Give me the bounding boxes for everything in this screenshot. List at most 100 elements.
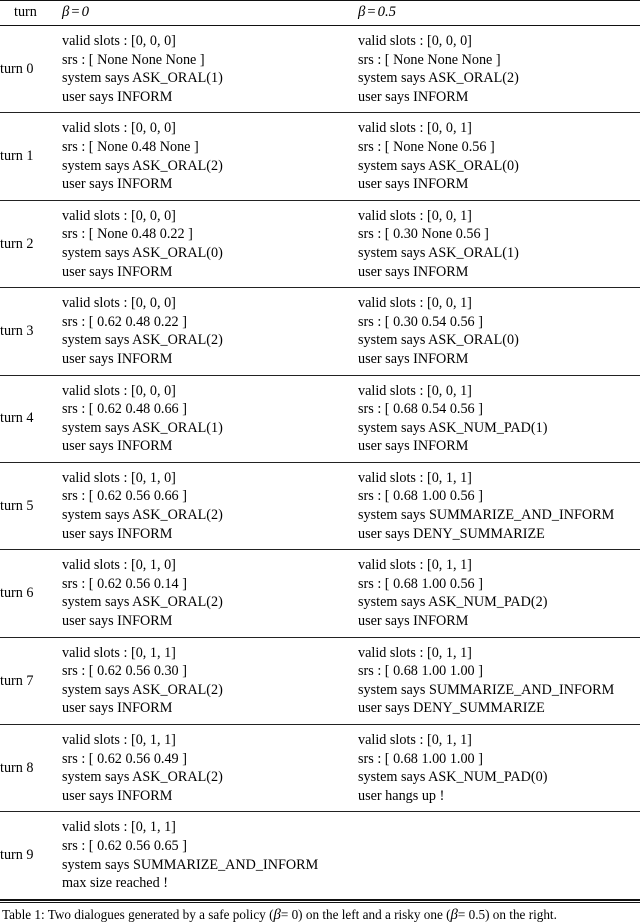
dialogue-line: srs : [ 0.30 0.54 0.56 ] <box>358 313 483 330</box>
turn-label: turn 7 <box>0 637 62 726</box>
dialogue-line: user says INFORM <box>358 350 469 367</box>
dialogue-line: valid slots : [0, 0, 1] <box>358 120 472 137</box>
dialogue-line: srs : [ None None 0.56 ] <box>358 138 495 155</box>
table-row: turn 0 valid slots : [0, 0, 0] srs : [ Non… <box>0 25 640 114</box>
dialogue-cell-left: valid slots : [0, 1, 1] srs : [ 0.62 0.56… <box>62 811 358 901</box>
dialogue-line: system says ASK_ORAL(0) <box>358 157 519 174</box>
dialogue-line: system says ASK_ORAL(2) <box>62 157 223 174</box>
dialogue-line: srs : [ 0.68 1.00 0.56 ] <box>358 575 483 592</box>
dialogue-cell-left: valid slots : [0, 1, 0] srs : [ 0.62 0.56… <box>62 462 358 551</box>
dialogue-line: valid slots : [0, 1, 0] <box>62 557 176 574</box>
dialogue-line: system says ASK_ORAL(0) <box>62 244 223 261</box>
beta-relation-left: = <box>71 4 80 20</box>
dialogue-cell-left: valid slots : [0, 1, 1] srs : [ 0.62 0.56… <box>62 637 358 726</box>
dialogue-cell-right: valid slots : [0, 0, 1] srs : [ 0.30 None… <box>358 200 640 289</box>
beta-relation-right: = <box>367 4 376 20</box>
header-beta-safe: β = 0 <box>62 0 358 26</box>
table-row: turn 3 valid slots : [0, 0, 0] srs : [ 0.6… <box>0 287 640 376</box>
dialogue-comparison-table: turn β = 0 β = 0.5 turn 0 valid slots : [0, 0… <box>0 0 640 901</box>
dialogue-lines-right: valid slots : [0, 1, 1] srs : [ 0.68 1.00… <box>358 725 640 811</box>
dialogue-line: srs : [ 0.62 0.56 0.49 ] <box>62 750 187 767</box>
dialogue-line: system says SUMMARIZE_AND_INFORM <box>62 856 319 873</box>
dialogue-line: valid slots : [0, 0, 1] <box>358 207 472 224</box>
table-row: turn 4 valid slots : [0, 0, 0] srs : [ 0.6… <box>0 375 640 463</box>
dialogue-cell-left: valid slots : [0, 0, 0] srs : [ 0.62 0.48… <box>62 287 358 376</box>
dialogue-line: srs : [ 0.68 1.00 1.00 ] <box>358 750 483 767</box>
dialogue-cell-right: valid slots : [0, 0, 1] srs : [ 0.68 0.54… <box>358 375 640 463</box>
table-row: turn 7 valid slots : [0, 1, 1] srs : [ 0.6… <box>0 637 640 726</box>
dialogue-line: system says ASK_ORAL(2) <box>62 681 223 698</box>
dialogue-lines-left: valid slots : [0, 1, 1] srs : [ 0.62 0.56… <box>62 725 358 811</box>
dialogue-line: system says ASK_ORAL(0) <box>358 332 519 349</box>
dialogue-line: user says INFORM <box>358 176 469 193</box>
dialogue-line: system says ASK_ORAL(2) <box>358 70 519 87</box>
dialogue-line: srs : [ None None None ] <box>62 51 205 68</box>
dialogue-line: valid slots : [0, 1, 1] <box>358 644 472 661</box>
dialogue-cell-right: valid slots : [0, 0, 0] srs : [ None None… <box>358 25 640 114</box>
table-row: turn 1 valid slots : [0, 0, 0] srs : [ Non… <box>0 112 640 201</box>
dialogue-line: valid slots : [0, 0, 0] <box>62 382 176 399</box>
dialogue-cell-right: valid slots : [0, 1, 1] srs : [ 0.68 1.00… <box>358 462 640 551</box>
dialogue-lines-left: valid slots : [0, 1, 0] srs : [ 0.62 0.56… <box>62 463 358 549</box>
dialogue-line: user says INFORM <box>62 263 173 280</box>
table-caption: Table 1: Two dialogues generated by a sa… <box>0 903 640 923</box>
dialogue-line: valid slots : [0, 0, 0] <box>62 33 176 49</box>
dialogue-lines-right: valid slots : [0, 1, 1] srs : [ 0.68 1.00… <box>358 638 640 724</box>
dialogue-line: valid slots : [0, 1, 1] <box>358 469 472 486</box>
dialogue-line: srs : [ 0.68 1.00 0.56 ] <box>358 488 483 505</box>
dialogue-line: user says INFORM <box>358 613 469 630</box>
dialogue-line: system says SUMMARIZE_AND_INFORM <box>358 507 615 524</box>
dialogue-lines-right: valid slots : [0, 1, 1] srs : [ 0.68 1.00… <box>358 550 640 636</box>
table-body: turn 0 valid slots : [0, 0, 0] srs : [ Non… <box>0 25 640 901</box>
turn-label: turn 4 <box>0 375 62 463</box>
dialogue-lines-right: valid slots : [0, 0, 1] srs : [ None None… <box>358 113 640 199</box>
dialogue-cell-right: valid slots : [0, 1, 1] srs : [ 0.68 1.00… <box>358 724 640 813</box>
dialogue-line: srs : [ 0.68 1.00 1.00 ] <box>358 663 483 680</box>
dialogue-cell-right <box>358 811 640 901</box>
table-row: turn 9 valid slots : [0, 1, 1] srs : [ 0.6… <box>0 811 640 901</box>
dialogue-line: valid slots : [0, 1, 0] <box>62 469 176 486</box>
dialogue-lines-left: valid slots : [0, 0, 0] srs : [ 0.62 0.48… <box>62 376 358 462</box>
dialogue-line: user says INFORM <box>62 350 173 367</box>
dialogue-cell-left: valid slots : [0, 0, 0] srs : [ None 0.48… <box>62 112 358 201</box>
dialogue-line: srs : [ None None None ] <box>358 51 501 68</box>
dialogue-lines-left: valid slots : [0, 1, 1] srs : [ 0.62 0.56… <box>62 638 358 724</box>
caption-eq-1: = 0 <box>280 907 299 923</box>
dialogue-cell-right: valid slots : [0, 1, 1] srs : [ 0.68 1.00… <box>358 549 640 638</box>
turn-label: turn 0 <box>0 25 62 114</box>
dialogue-line: srs : [ 0.30 None 0.56 ] <box>358 226 489 243</box>
dialogue-line: user says INFORM <box>62 787 173 804</box>
turn-label: turn 8 <box>0 724 62 813</box>
table-row: turn 8 valid slots : [0, 1, 1] srs : [ 0.6… <box>0 724 640 813</box>
dialogue-line: system says ASK_NUM_PAD(2) <box>358 594 548 611</box>
table-figure-page: turn β = 0 β = 0.5 turn 0 valid slots : [0, 0… <box>0 0 640 923</box>
dialogue-line: valid slots : [0, 0, 1] <box>358 382 472 399</box>
dialogue-lines-right: valid slots : [0, 1, 1] srs : [ 0.68 1.00… <box>358 463 640 549</box>
dialogue-lines-right: valid slots : [0, 0, 0] srs : [ None None… <box>358 26 640 112</box>
dialogue-line: valid slots : [0, 1, 1] <box>62 644 176 661</box>
dialogue-lines-left: valid slots : [0, 0, 0] srs : [ None 0.48… <box>62 113 358 199</box>
dialogue-lines-left: valid slots : [0, 1, 0] srs : [ 0.62 0.56… <box>62 550 358 636</box>
dialogue-cell-right: valid slots : [0, 0, 1] srs : [ 0.30 0.54… <box>358 287 640 376</box>
header-turn: turn <box>0 0 62 26</box>
dialogue-line: valid slots : [0, 0, 0] <box>62 295 176 312</box>
turn-label: turn 2 <box>0 200 62 289</box>
dialogue-cell-left: valid slots : [0, 1, 1] srs : [ 0.62 0.56… <box>62 724 358 813</box>
dialogue-cell-left: valid slots : [0, 0, 0] srs : [ 0.62 0.48… <box>62 375 358 463</box>
beta-value-left: 0 <box>81 4 89 20</box>
dialogue-line: valid slots : [0, 0, 0] <box>62 207 176 224</box>
dialogue-cell-right: valid slots : [0, 0, 1] srs : [ None None… <box>358 112 640 201</box>
dialogue-line: srs : [ 0.62 0.48 0.22 ] <box>62 313 187 330</box>
dialogue-line: valid slots : [0, 0, 0] <box>62 120 176 137</box>
dialogue-line: system says ASK_ORAL(2) <box>62 594 223 611</box>
table-row: turn 5 valid slots : [0, 1, 0] srs : [ 0.6… <box>0 462 640 551</box>
dialogue-line: system says ASK_ORAL(2) <box>62 507 223 524</box>
caption-prefix: Table 1: Two dialogues generated by a sa… <box>2 907 274 923</box>
dialogue-line: valid slots : [0, 1, 1] <box>62 732 176 748</box>
beta-value-right: 0.5 <box>377 4 397 20</box>
dialogue-line: system says ASK_NUM_PAD(1) <box>358 419 548 436</box>
dialogue-line: srs : [ None 0.48 None ] <box>62 138 199 155</box>
dialogue-line: valid slots : [0, 1, 1] <box>62 819 176 836</box>
table-header-row: turn β = 0 β = 0.5 <box>0 0 640 26</box>
dialogue-line: user says INFORM <box>358 438 469 455</box>
